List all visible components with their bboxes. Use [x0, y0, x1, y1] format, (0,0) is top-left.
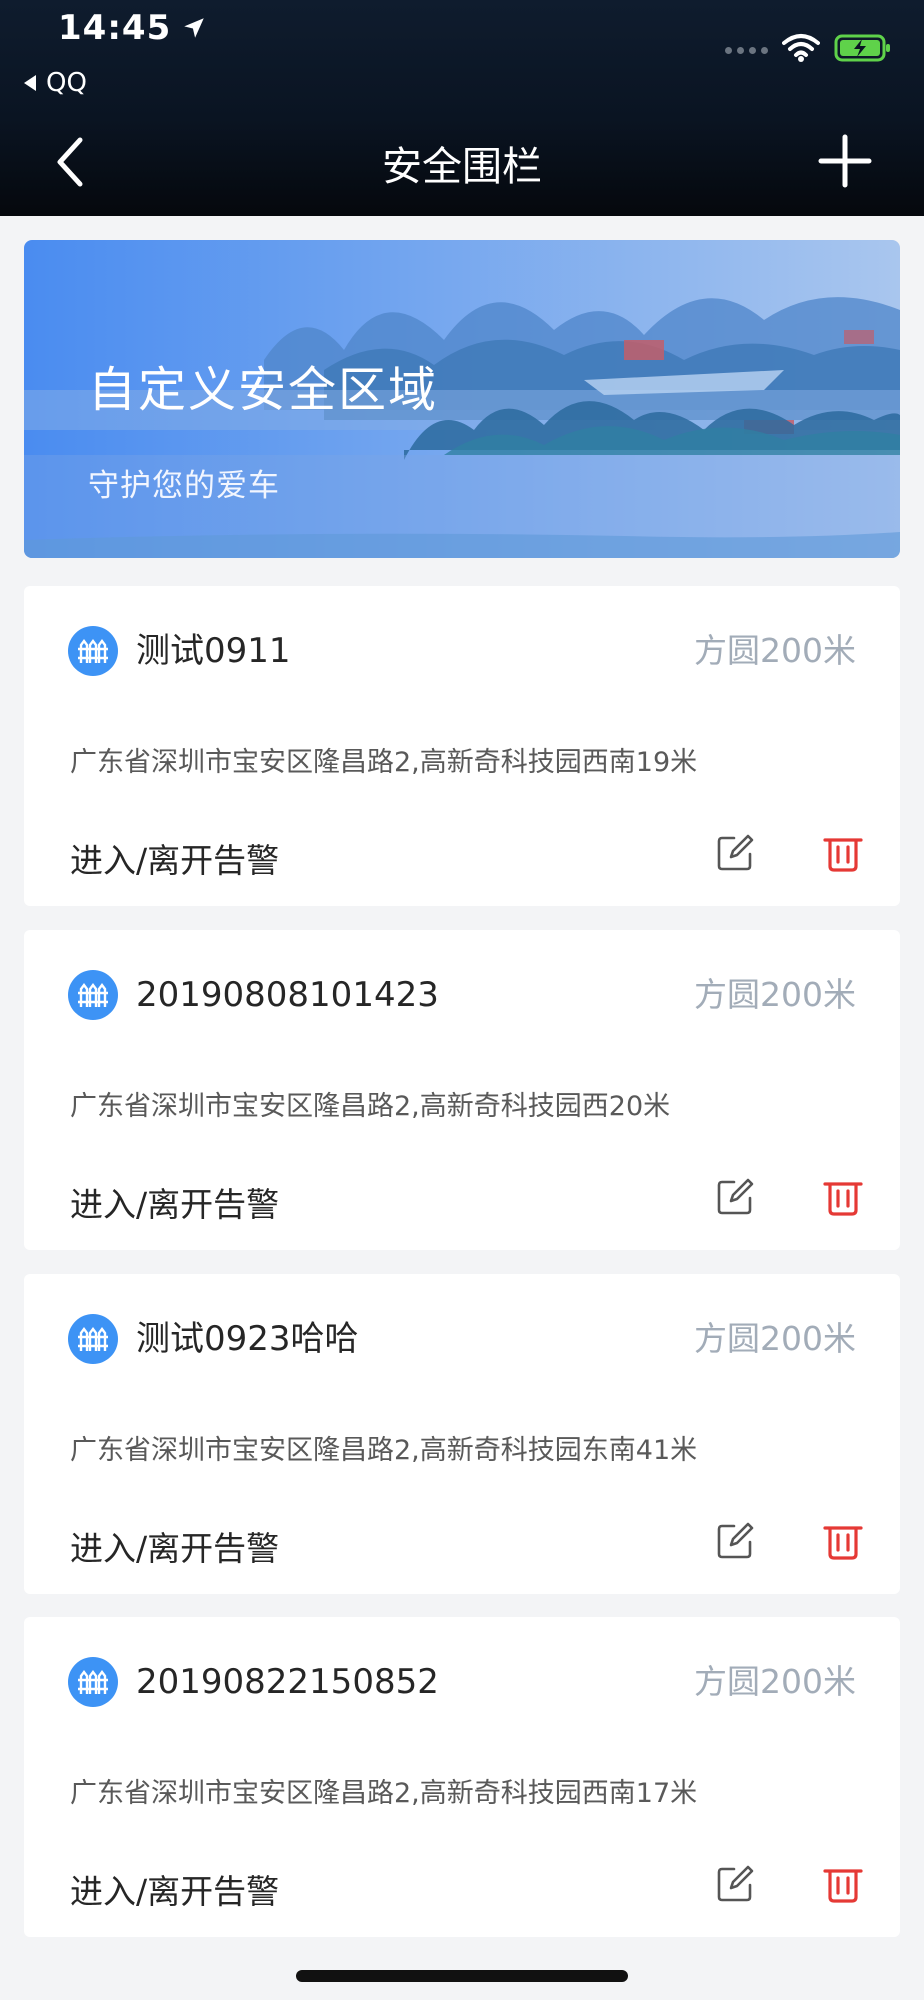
- battery-icon: [834, 33, 892, 67]
- wifi-icon: [782, 33, 820, 67]
- trash-icon[interactable]: [822, 1520, 864, 1562]
- add-fence-button[interactable]: [818, 134, 872, 188]
- back-to-app[interactable]: QQ: [22, 68, 87, 98]
- fence-icon: [68, 1314, 118, 1364]
- fence-radius: 方圆200米: [694, 975, 856, 1014]
- fence-address: 广东省深圳市宝安区隆昌路2,高新奇科技园西南19米: [70, 747, 698, 778]
- trash-icon[interactable]: [822, 1176, 864, 1218]
- fence-name: 测试0923哈哈: [136, 1319, 359, 1359]
- status-time-text: 14:45: [58, 8, 172, 48]
- fence-card[interactable]: 20190822150852 方圆200米 广东省深圳市宝安区隆昌路2,高新奇科…: [24, 1617, 900, 1937]
- banner-subtitle: 守护您的爱车: [88, 468, 280, 504]
- signal-icon: [725, 46, 768, 54]
- banner-title: 自定义安全区域: [88, 362, 439, 418]
- fence-icon: [68, 970, 118, 1020]
- fence-radius: 方圆200米: [694, 631, 856, 670]
- status-indicators: [725, 34, 892, 66]
- edit-icon[interactable]: [714, 1520, 756, 1562]
- fence-card[interactable]: 测试0923哈哈 方圆200米 广东省深圳市宝安区隆昌路2,高新奇科技园东南41…: [24, 1274, 900, 1594]
- trash-icon[interactable]: [822, 1863, 864, 1905]
- back-triangle-icon: [24, 75, 36, 91]
- location-arrow-icon: [184, 18, 204, 38]
- fence-icon: [68, 626, 118, 676]
- app-header: 14:45 QQ 安全围栏: [0, 0, 924, 216]
- fence-name: 20190808101423: [136, 975, 439, 1015]
- safety-zone-banner: 自定义安全区域 守护您的爱车: [24, 240, 900, 558]
- home-indicator[interactable]: [296, 1970, 628, 1982]
- fence-radius: 方圆200米: [694, 1319, 856, 1358]
- edit-icon[interactable]: [714, 1863, 756, 1905]
- edit-icon[interactable]: [714, 832, 756, 874]
- fence-card[interactable]: 20190808101423 方圆200米 广东省深圳市宝安区隆昌路2,高新奇科…: [24, 930, 900, 1250]
- fence-radius: 方圆200米: [694, 1662, 856, 1701]
- trash-icon[interactable]: [822, 832, 864, 874]
- status-time: 14:45: [58, 8, 207, 48]
- fence-address: 广东省深圳市宝安区隆昌路2,高新奇科技园西20米: [70, 1091, 671, 1122]
- back-app-label: QQ: [46, 68, 87, 98]
- fence-alert-type: 进入/离开告警: [70, 1529, 280, 1568]
- fence-card[interactable]: 测试0911 方圆200米 广东省深圳市宝安区隆昌路2,高新奇科技园西南19米 …: [24, 586, 900, 906]
- edit-icon[interactable]: [714, 1176, 756, 1218]
- fence-name: 20190822150852: [136, 1662, 439, 1702]
- fence-icon: [68, 1657, 118, 1707]
- fence-alert-type: 进入/离开告警: [70, 1185, 280, 1224]
- fence-alert-type: 进入/离开告警: [70, 841, 280, 880]
- fence-address: 广东省深圳市宝安区隆昌路2,高新奇科技园东南41米: [70, 1435, 698, 1466]
- fence-address: 广东省深圳市宝安区隆昌路2,高新奇科技园西南17米: [70, 1778, 698, 1809]
- fence-name: 测试0911: [136, 631, 291, 671]
- fence-alert-type: 进入/离开告警: [70, 1872, 280, 1911]
- page-title: 安全围栏: [382, 144, 542, 190]
